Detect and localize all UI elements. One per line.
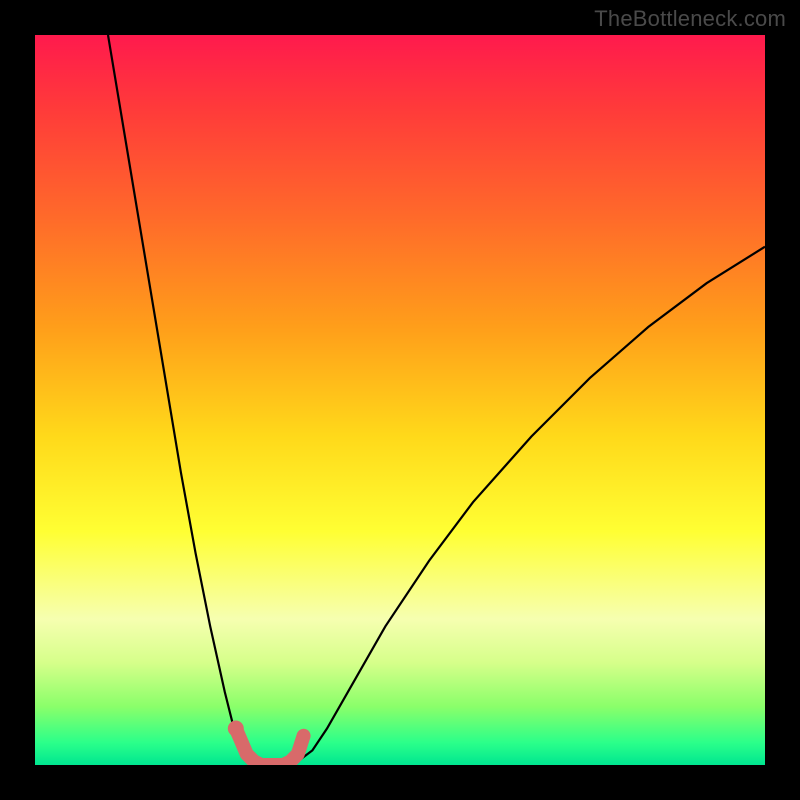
curve-right-arm xyxy=(298,247,765,762)
valley-highlight xyxy=(236,729,304,766)
valley-highlight-dot xyxy=(228,721,244,737)
plot-area xyxy=(35,35,765,765)
curve-layer xyxy=(35,35,765,765)
chart-frame: TheBottleneck.com xyxy=(0,0,800,800)
curve-left-arm xyxy=(108,35,254,761)
watermark-text: TheBottleneck.com xyxy=(594,6,786,32)
